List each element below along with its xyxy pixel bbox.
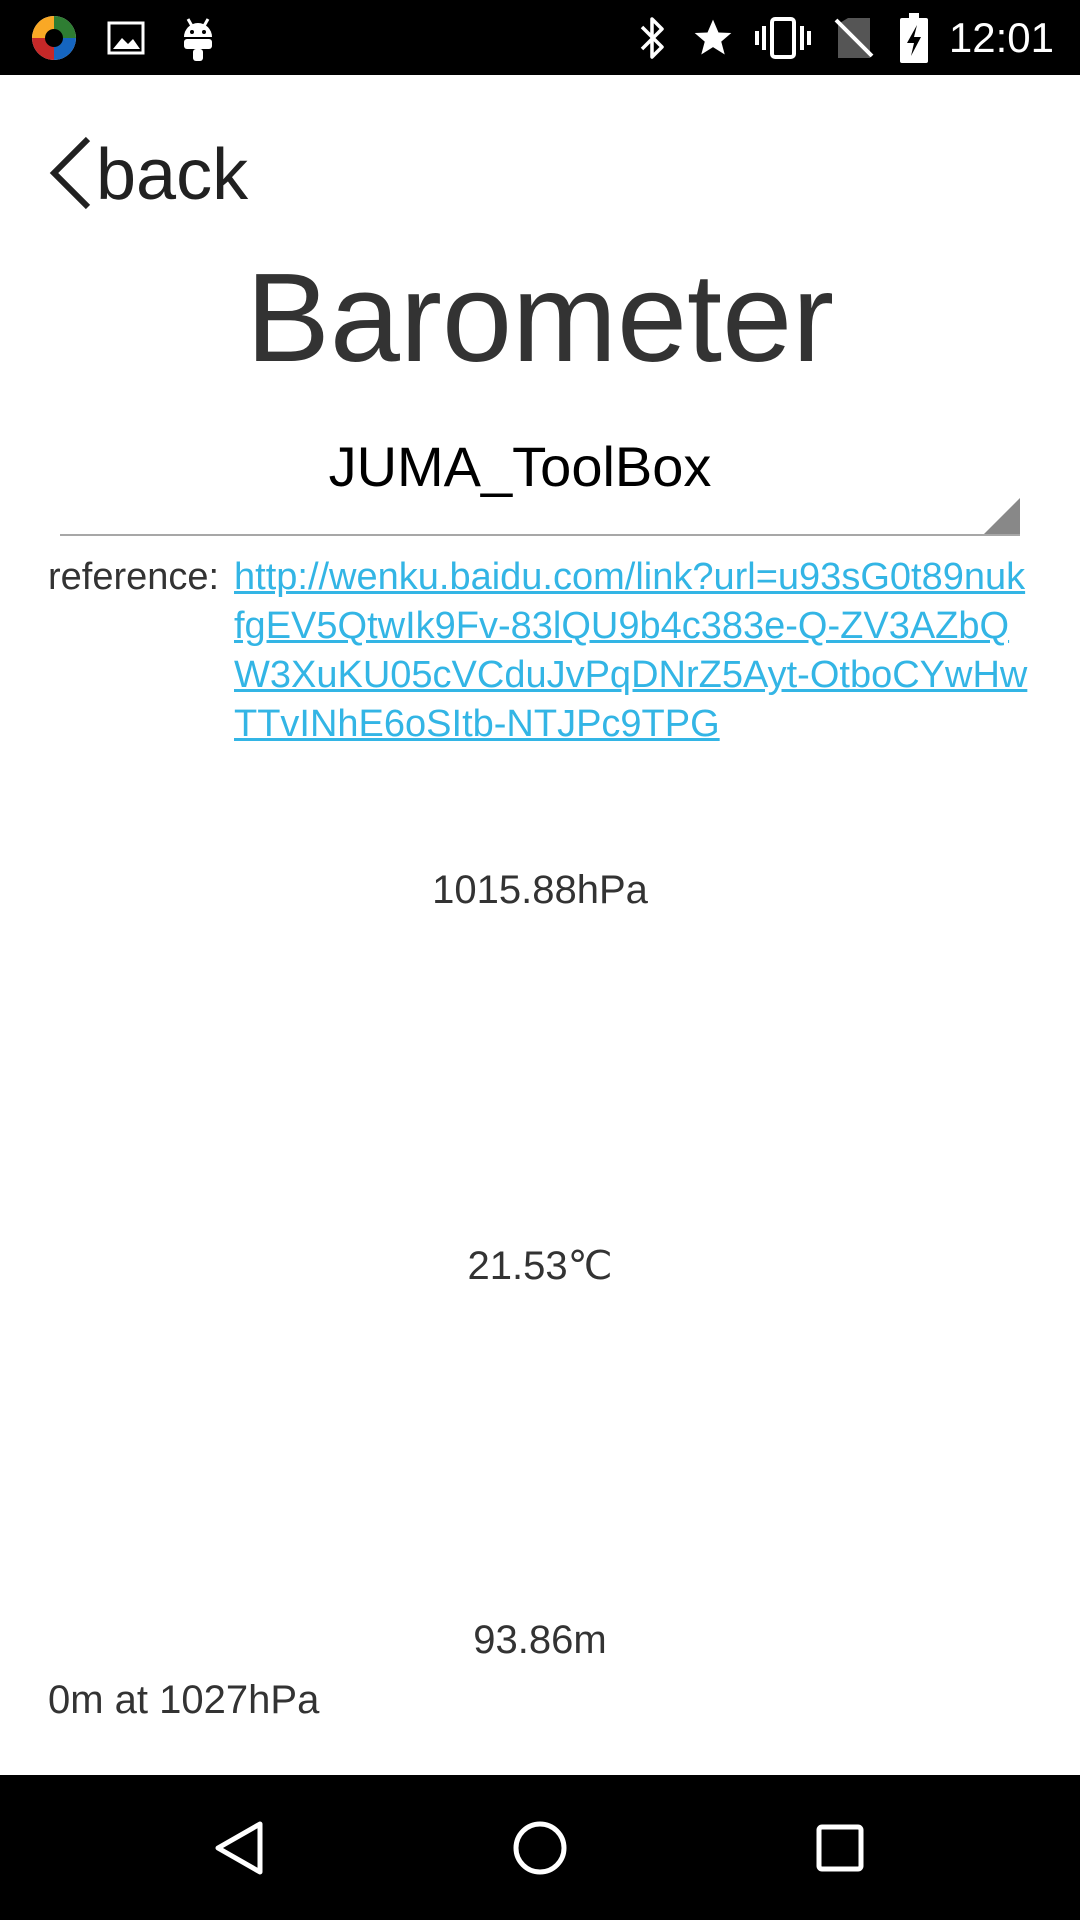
device-spinner[interactable]: JUMA_ToolBox: [60, 428, 1020, 536]
baseline-reading: 0m at 1027hPa: [48, 1678, 320, 1722]
spinner-underline: [60, 534, 1020, 536]
pressure-reading: 1015.88hPa: [432, 868, 648, 912]
star-icon: [690, 0, 736, 75]
spinner-selected-value: JUMA_ToolBox: [328, 435, 712, 498]
nav-recents-button[interactable]: [770, 1775, 910, 1920]
back-label: back: [96, 135, 249, 215]
recents-square-icon: [816, 1824, 864, 1871]
chevron-left-icon: [48, 135, 92, 215]
back-button[interactable]: back: [48, 130, 248, 220]
status-clock: 12:01: [948, 14, 1054, 61]
reference-link[interactable]: http://wenku.baidu.com/link?url=u93sG0t8…: [234, 553, 1034, 749]
temperature-reading: 21.53℃: [467, 1244, 613, 1288]
status-bar: 12:01: [0, 0, 1080, 75]
battery-charging-icon: [896, 0, 932, 75]
no-sim-icon: [832, 0, 876, 75]
bluetooth-icon: [632, 0, 672, 75]
android-icon: [178, 0, 218, 75]
app-logo-icon: [28, 0, 80, 75]
home-circle-icon: [513, 1821, 567, 1874]
image-icon: [106, 0, 146, 75]
reference-label: reference:: [48, 556, 220, 598]
page-title: Barometer: [245, 247, 835, 388]
dropdown-triangle-icon: [984, 498, 1020, 534]
vibrate-icon: [754, 0, 812, 75]
altitude-reading: 93.86m: [473, 1618, 607, 1662]
nav-back-button[interactable]: [170, 1775, 310, 1920]
navigation-bar: [0, 1775, 1080, 1920]
nav-home-button[interactable]: [470, 1775, 610, 1920]
back-triangle-icon: [215, 1821, 263, 1874]
